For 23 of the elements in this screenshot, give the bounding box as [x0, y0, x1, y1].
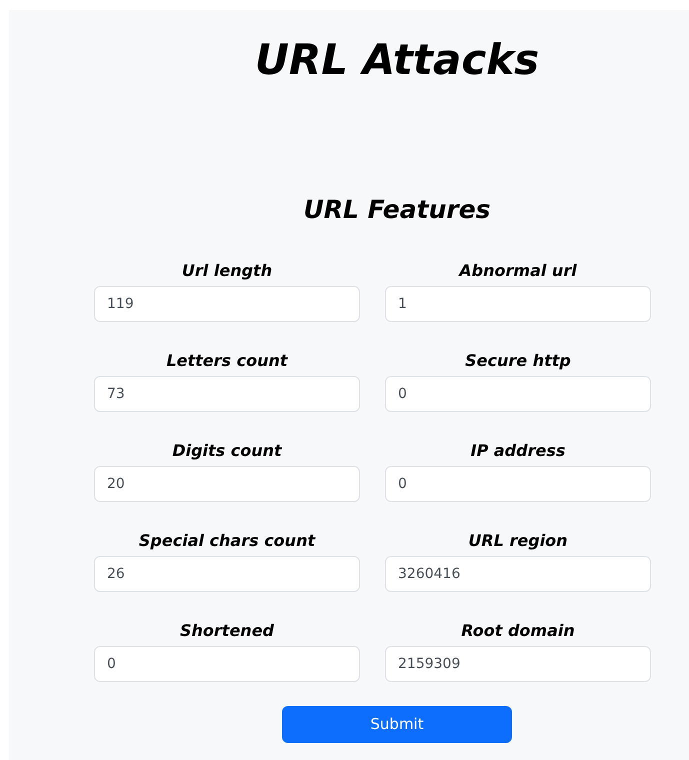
input-field[interactable]: 0 [385, 376, 651, 412]
field-label: Special chars count [138, 530, 316, 552]
field-label: Shortened [180, 620, 274, 642]
input-field[interactable]: 3260416 [385, 556, 651, 592]
field-label: Digits count [172, 440, 282, 462]
field-label: Secure http [465, 350, 571, 372]
field-label: Abnormal url [459, 260, 577, 282]
submit-button[interactable]: Submit [282, 706, 512, 743]
field-label: Root domain [461, 620, 575, 642]
field-label: Letters count [166, 350, 288, 372]
input-field[interactable]: 0 [385, 466, 651, 502]
input-field[interactable]: 1 [385, 286, 651, 322]
input-field[interactable]: 20 [94, 466, 360, 502]
field-label: Url length [182, 260, 272, 282]
form-heading: URL Features [303, 194, 491, 226]
input-field[interactable]: 0 [94, 646, 360, 682]
page-title: URL Attacks [254, 34, 540, 86]
input-field[interactable]: 2159309 [385, 646, 651, 682]
input-field[interactable]: 26 [94, 556, 360, 592]
input-field[interactable]: 73 [94, 376, 360, 412]
field-label: URL region [468, 530, 568, 552]
field-label: IP address [470, 440, 566, 462]
input-field[interactable]: 119 [94, 286, 360, 322]
